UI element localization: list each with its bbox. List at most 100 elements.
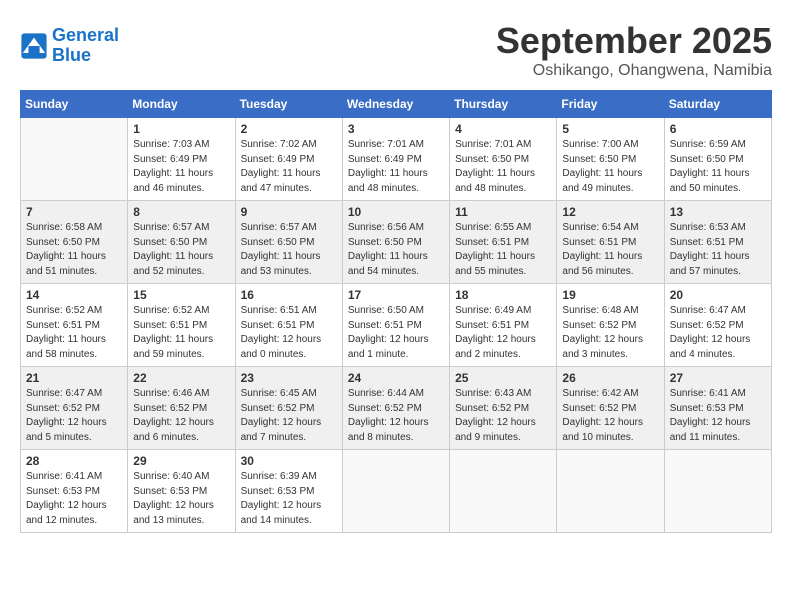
calendar-cell: 7Sunrise: 6:58 AMSunset: 6:50 PMDaylight… <box>21 201 128 284</box>
calendar-cell: 4 Sunrise: 7:01 AMSunset: 6:50 PMDaylight… <box>450 118 557 201</box>
weekday-header-row: SundayMondayTuesdayWednesdayThursdayFrid… <box>21 91 772 118</box>
day-info: Sunrise: 6:41 AMSunset: 6:53 PMDaylight:… <box>670 387 766 445</box>
day-info: Sunrise: 6:50 AMSunset: 6:51 PMDaylight:… <box>348 304 444 362</box>
day-number: 17 <box>348 288 444 302</box>
calendar-cell: 20 Sunrise: 6:47 AMSunset: 6:52 PMDayligh… <box>664 284 771 367</box>
calendar-cell: 6 Sunrise: 6:59 AMSunset: 6:50 PMDaylight… <box>664 118 771 201</box>
calendar-cell <box>342 450 449 533</box>
calendar-cell: 23 Sunrise: 6:45 AMSunset: 6:52 PMDayligh… <box>235 367 342 450</box>
calendar-cell: 24 Sunrise: 6:44 AMSunset: 6:52 PMDayligh… <box>342 367 449 450</box>
calendar-week-4: 21 Sunrise: 6:47 AMSunset: 6:52 PMDayligh… <box>21 367 772 450</box>
month-title: September 2025 <box>496 20 772 62</box>
day-info: Sunrise: 6:45 AMSunset: 6:52 PMDaylight:… <box>241 387 337 445</box>
calendar-cell: 12 Sunrise: 6:54 AMSunset: 6:51 PMDayligh… <box>557 201 664 284</box>
logo-line1: General <box>52 25 119 45</box>
calendar-week-1: 1 Sunrise: 7:03 AMSunset: 6:49 PMDaylight… <box>21 118 772 201</box>
calendar-cell: 27Sunrise: 6:41 AMSunset: 6:53 PMDayligh… <box>664 367 771 450</box>
calendar-cell: 14Sunrise: 6:52 AMSunset: 6:51 PMDayligh… <box>21 284 128 367</box>
weekday-header-sunday: Sunday <box>21 91 128 118</box>
calendar-cell <box>557 450 664 533</box>
calendar-cell: 16 Sunrise: 6:51 AMSunset: 6:51 PMDayligh… <box>235 284 342 367</box>
calendar-cell: 15 Sunrise: 6:52 AMSunset: 6:51 PMDayligh… <box>128 284 235 367</box>
calendar-cell: 28Sunrise: 6:41 AMSunset: 6:53 PMDayligh… <box>21 450 128 533</box>
day-info: Sunrise: 6:57 AMSunset: 6:50 PMDaylight:… <box>241 221 337 279</box>
day-info: Sunrise: 6:41 AMSunset: 6:53 PMDaylight:… <box>26 470 122 528</box>
day-info: Sunrise: 6:51 AMSunset: 6:51 PMDaylight:… <box>241 304 337 362</box>
logo-line2: Blue <box>52 45 91 65</box>
calendar-cell: 5Sunrise: 7:00 AMSunset: 6:50 PMDaylight… <box>557 118 664 201</box>
day-number: 15 <box>133 288 229 302</box>
logo-icon <box>20 32 48 60</box>
day-info: Sunrise: 7:02 AMSunset: 6:49 PMDaylight:… <box>241 138 337 196</box>
day-number: 24 <box>348 371 444 385</box>
day-number: 25 <box>455 371 551 385</box>
day-info: Sunrise: 6:54 AMSunset: 6:51 PMDaylight:… <box>562 221 658 279</box>
day-info: Sunrise: 7:01 AMSunset: 6:50 PMDaylight:… <box>455 138 551 196</box>
calendar-cell: 30 Sunrise: 6:39 AMSunset: 6:53 PMDayligh… <box>235 450 342 533</box>
day-info: Sunrise: 6:49 AMSunset: 6:51 PMDaylight:… <box>455 304 551 362</box>
day-number: 1 <box>133 122 229 136</box>
calendar-cell: 9 Sunrise: 6:57 AMSunset: 6:50 PMDaylight… <box>235 201 342 284</box>
day-number: 5 <box>562 122 658 136</box>
day-info: Sunrise: 6:44 AMSunset: 6:52 PMDaylight:… <box>348 387 444 445</box>
calendar-cell: 19 Sunrise: 6:48 AMSunset: 6:52 PMDayligh… <box>557 284 664 367</box>
day-number: 3 <box>348 122 444 136</box>
day-info: Sunrise: 6:59 AMSunset: 6:50 PMDaylight:… <box>670 138 766 196</box>
day-number: 10 <box>348 205 444 219</box>
day-number: 29 <box>133 454 229 468</box>
day-info: Sunrise: 6:40 AMSunset: 6:53 PMDaylight:… <box>133 470 229 528</box>
weekday-header-tuesday: Tuesday <box>235 91 342 118</box>
day-info: Sunrise: 6:46 AMSunset: 6:52 PMDaylight:… <box>133 387 229 445</box>
logo: General Blue <box>20 26 119 66</box>
day-info: Sunrise: 6:56 AMSunset: 6:50 PMDaylight:… <box>348 221 444 279</box>
calendar-cell <box>21 118 128 201</box>
day-number: 12 <box>562 205 658 219</box>
day-info: Sunrise: 6:55 AMSunset: 6:51 PMDaylight:… <box>455 221 551 279</box>
calendar-week-5: 28Sunrise: 6:41 AMSunset: 6:53 PMDayligh… <box>21 450 772 533</box>
day-number: 2 <box>241 122 337 136</box>
day-number: 4 <box>455 122 551 136</box>
weekday-header-friday: Friday <box>557 91 664 118</box>
day-number: 9 <box>241 205 337 219</box>
day-info: Sunrise: 6:52 AMSunset: 6:51 PMDaylight:… <box>133 304 229 362</box>
title-area: September 2025 Oshikango, Ohangwena, Nam… <box>496 20 772 80</box>
day-number: 21 <box>26 371 122 385</box>
day-number: 30 <box>241 454 337 468</box>
day-number: 26 <box>562 371 658 385</box>
calendar-cell: 22 Sunrise: 6:46 AMSunset: 6:52 PMDayligh… <box>128 367 235 450</box>
day-info: Sunrise: 6:42 AMSunset: 6:52 PMDaylight:… <box>562 387 658 445</box>
day-number: 19 <box>562 288 658 302</box>
day-number: 6 <box>670 122 766 136</box>
calendar-cell: 3Sunrise: 7:01 AMSunset: 6:49 PMDaylight… <box>342 118 449 201</box>
day-info: Sunrise: 6:48 AMSunset: 6:52 PMDaylight:… <box>562 304 658 362</box>
logo-text: General Blue <box>52 26 119 66</box>
day-number: 8 <box>133 205 229 219</box>
calendar-cell: 17 Sunrise: 6:50 AMSunset: 6:51 PMDayligh… <box>342 284 449 367</box>
calendar-cell <box>664 450 771 533</box>
weekday-header-monday: Monday <box>128 91 235 118</box>
day-number: 16 <box>241 288 337 302</box>
day-number: 18 <box>455 288 551 302</box>
day-number: 22 <box>133 371 229 385</box>
day-number: 23 <box>241 371 337 385</box>
day-info: Sunrise: 6:39 AMSunset: 6:53 PMDaylight:… <box>241 470 337 528</box>
day-number: 11 <box>455 205 551 219</box>
day-info: Sunrise: 6:53 AMSunset: 6:51 PMDaylight:… <box>670 221 766 279</box>
calendar-cell: 11 Sunrise: 6:55 AMSunset: 6:51 PMDayligh… <box>450 201 557 284</box>
day-number: 13 <box>670 205 766 219</box>
calendar-cell: 29 Sunrise: 6:40 AMSunset: 6:53 PMDayligh… <box>128 450 235 533</box>
day-number: 7 <box>26 205 122 219</box>
day-info: Sunrise: 7:03 AMSunset: 6:49 PMDaylight:… <box>133 138 229 196</box>
calendar-week-2: 7Sunrise: 6:58 AMSunset: 6:50 PMDaylight… <box>21 201 772 284</box>
day-number: 20 <box>670 288 766 302</box>
day-info: Sunrise: 6:57 AMSunset: 6:50 PMDaylight:… <box>133 221 229 279</box>
day-info: Sunrise: 6:47 AMSunset: 6:52 PMDaylight:… <box>26 387 122 445</box>
day-info: Sunrise: 6:52 AMSunset: 6:51 PMDaylight:… <box>26 304 122 362</box>
day-info: Sunrise: 6:47 AMSunset: 6:52 PMDaylight:… <box>670 304 766 362</box>
calendar-cell: 8 Sunrise: 6:57 AMSunset: 6:50 PMDaylight… <box>128 201 235 284</box>
calendar-cell: 21 Sunrise: 6:47 AMSunset: 6:52 PMDayligh… <box>21 367 128 450</box>
page-header: General Blue September 2025 Oshikango, O… <box>20 20 772 80</box>
weekday-header-wednesday: Wednesday <box>342 91 449 118</box>
calendar-cell: 10 Sunrise: 6:56 AMSunset: 6:50 PMDayligh… <box>342 201 449 284</box>
calendar-cell: 2 Sunrise: 7:02 AMSunset: 6:49 PMDaylight… <box>235 118 342 201</box>
